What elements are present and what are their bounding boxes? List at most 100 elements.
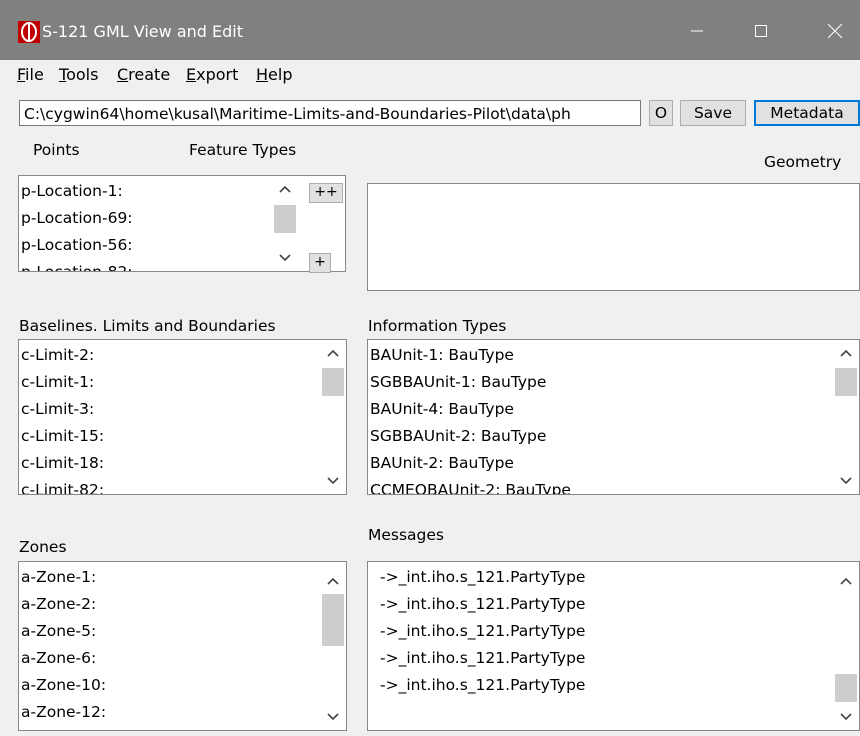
- list-item[interactable]: CCMEOBAUnit-2: BauType: [370, 477, 833, 494]
- list-item[interactable]: BAUnit-1: BauType: [370, 342, 833, 369]
- scroll-down-button[interactable]: [320, 705, 345, 729]
- baselines-label: Baselines. Limits and Boundaries: [19, 317, 276, 335]
- points-scrollbar[interactable]: [272, 177, 297, 270]
- messages-scrollbar[interactable]: [833, 563, 858, 729]
- list-item[interactable]: a-Zone-10:: [21, 672, 320, 699]
- baselines-list-items: c-Limit-2: c-Limit-1: c-Limit-3: c-Limit…: [21, 342, 320, 494]
- list-item[interactable]: a-Zone-1:: [21, 564, 320, 591]
- menu-tools-label: ools: [66, 65, 99, 84]
- list-item[interactable]: ->_int.iho.s_121.PartyType: [380, 618, 833, 645]
- menu-create-label: reate: [128, 65, 171, 84]
- maximize-icon: [755, 25, 767, 37]
- information-types-list-items: BAUnit-1: BauType SGBBAUnit-1: BauType B…: [370, 342, 833, 494]
- baselines-list[interactable]: c-Limit-2: c-Limit-1: c-Limit-3: c-Limit…: [18, 339, 347, 495]
- menu-file-label: ile: [25, 65, 44, 84]
- menu-help-label: elp: [268, 65, 293, 84]
- scroll-thumb[interactable]: [835, 368, 857, 396]
- list-item[interactable]: a-Zone-2:: [21, 591, 320, 618]
- window-title: S-121 GML View and Edit: [42, 22, 243, 41]
- chevron-down-icon: [326, 477, 339, 485]
- list-item[interactable]: a-Zone-5:: [21, 618, 320, 645]
- menu-export[interactable]: Export: [186, 65, 238, 84]
- messages-list-items: ->_int.iho.s_121.PartyType ->_int.iho.s_…: [380, 564, 833, 699]
- list-item[interactable]: a-Zone-12:: [21, 699, 320, 726]
- title-bar: S-121 GML View and Edit: [0, 0, 860, 60]
- open-button[interactable]: O: [649, 100, 673, 126]
- list-item[interactable]: c-Limit-15:: [21, 423, 320, 450]
- chevron-up-icon: [839, 577, 852, 585]
- list-item[interactable]: SGBBAUnit-1: BauType: [370, 369, 833, 396]
- minimize-button[interactable]: [672, 14, 722, 48]
- menu-file[interactable]: File: [17, 65, 44, 84]
- list-item[interactable]: ->_int.iho.s_121.PartyType: [380, 591, 833, 618]
- geometry-label: Geometry: [764, 153, 842, 171]
- points-list[interactable]: p-Location-1: p-Location-69: p-Location-…: [18, 175, 346, 272]
- scroll-thumb[interactable]: [835, 674, 857, 702]
- zones-list-items: a-Zone-1: a-Zone-2: a-Zone-5: a-Zone-6: …: [21, 564, 320, 726]
- scroll-up-button[interactable]: [833, 341, 858, 365]
- close-icon: [828, 24, 842, 38]
- menu-help-mnemonic: H: [256, 65, 269, 84]
- messages-label: Messages: [368, 526, 445, 544]
- maximize-button[interactable]: [736, 14, 786, 48]
- list-item[interactable]: c-Limit-82:: [21, 477, 320, 494]
- scroll-down-button[interactable]: [272, 246, 297, 270]
- information-types-label: Information Types: [368, 317, 507, 335]
- minimize-icon: [691, 30, 703, 32]
- list-item[interactable]: BAUnit-4: BauType: [370, 396, 833, 423]
- menu-export-label: xport: [196, 65, 239, 84]
- metadata-button[interactable]: Metadata: [754, 100, 860, 126]
- scroll-thumb[interactable]: [322, 594, 344, 646]
- points-label: Points: [33, 141, 80, 159]
- list-item[interactable]: SGBBAUnit-2: BauType: [370, 423, 833, 450]
- menu-create-mnemonic: C: [117, 65, 129, 84]
- feature-types-label: Feature Types: [189, 141, 297, 159]
- information-types-list[interactable]: BAUnit-1: BauType SGBBAUnit-1: BauType B…: [367, 339, 860, 495]
- menu-file-mnemonic: F: [17, 65, 26, 84]
- messages-list[interactable]: ->_int.iho.s_121.PartyType ->_int.iho.s_…: [367, 561, 860, 731]
- chevron-down-icon: [278, 254, 291, 262]
- list-item[interactable]: c-Limit-1:: [21, 369, 320, 396]
- list-item[interactable]: BAUnit-2: BauType: [370, 450, 833, 477]
- zones-scrollbar[interactable]: [320, 563, 345, 729]
- chevron-up-icon: [278, 185, 291, 193]
- scroll-thumb[interactable]: [322, 368, 344, 396]
- menu-help[interactable]: Help: [256, 65, 292, 84]
- zones-list[interactable]: a-Zone-1: a-Zone-2: a-Zone-5: a-Zone-6: …: [18, 561, 347, 731]
- close-button[interactable]: [810, 14, 860, 48]
- list-item[interactable]: c-Limit-3:: [21, 396, 320, 423]
- menu-tools-mnemonic: T: [59, 65, 67, 84]
- file-path-input[interactable]: C:\cygwin64\home\kusal\Maritime-Limits-a…: [19, 100, 641, 126]
- list-item[interactable]: c-Limit-2:: [21, 342, 320, 369]
- add-feature-type-button[interactable]: +: [309, 253, 331, 273]
- scroll-down-button[interactable]: [833, 469, 858, 493]
- scroll-up-button[interactable]: [320, 569, 345, 593]
- list-item[interactable]: a-Zone-6:: [21, 645, 320, 672]
- chevron-down-icon: [839, 713, 852, 721]
- zones-label: Zones: [19, 538, 67, 556]
- save-button[interactable]: Save: [680, 100, 746, 126]
- menu-export-mnemonic: E: [186, 65, 197, 84]
- information-types-scrollbar[interactable]: [833, 341, 858, 493]
- menu-tools[interactable]: Tools: [59, 65, 98, 84]
- scroll-up-button[interactable]: [833, 569, 858, 593]
- scroll-down-button[interactable]: [833, 705, 858, 729]
- scroll-up-button[interactable]: [272, 177, 297, 201]
- list-item[interactable]: ->_int.iho.s_121.PartyType: [380, 672, 833, 699]
- chevron-up-icon: [326, 577, 339, 585]
- menu-bar: File Tools Create Export Help: [0, 60, 860, 90]
- scroll-thumb[interactable]: [274, 205, 296, 233]
- chevron-up-icon: [326, 349, 339, 357]
- scroll-down-button[interactable]: [320, 469, 345, 493]
- chevron-up-icon: [839, 349, 852, 357]
- chevron-down-icon: [326, 713, 339, 721]
- list-item[interactable]: ->_int.iho.s_121.PartyType: [380, 645, 833, 672]
- scroll-up-button[interactable]: [320, 341, 345, 365]
- list-item[interactable]: c-Limit-18:: [21, 450, 320, 477]
- add-all-feature-types-button[interactable]: ++: [309, 183, 343, 203]
- geometry-panel[interactable]: [367, 183, 860, 291]
- menu-create[interactable]: Create: [117, 65, 170, 84]
- baselines-scrollbar[interactable]: [320, 341, 345, 493]
- app-icon: [18, 21, 40, 43]
- list-item[interactable]: ->_int.iho.s_121.PartyType: [380, 564, 833, 591]
